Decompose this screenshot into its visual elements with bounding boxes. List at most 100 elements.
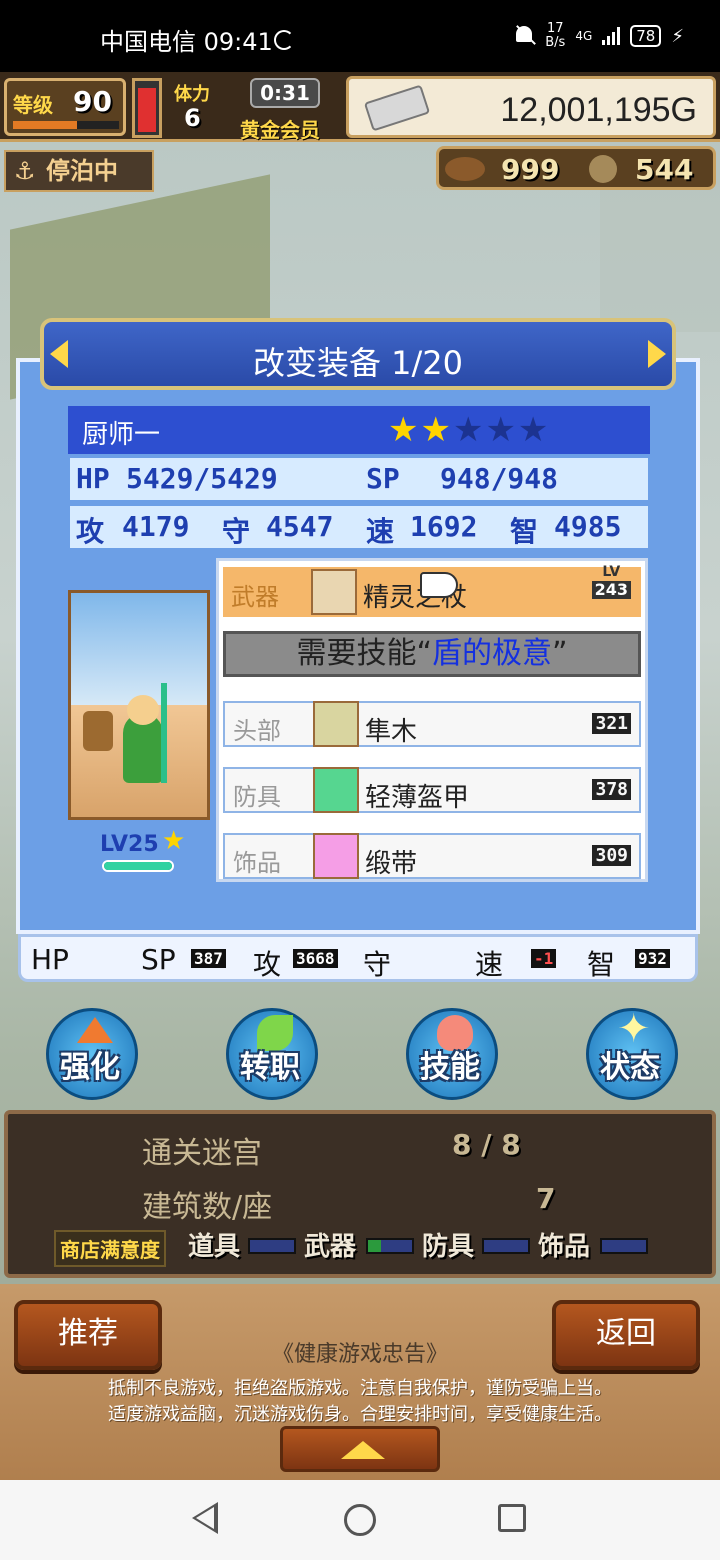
staff-icon	[161, 683, 167, 783]
stat-row-attributes: 攻 4179 守 4547 速 1692 智 4985	[68, 504, 650, 550]
filled-stars: ★★	[388, 410, 453, 450]
health-notice-line2: 适度游戏益脑，沉迷游戏伤身。合理安排时间，享受健康生活。	[108, 1404, 612, 1425]
spd-value: 1692	[410, 510, 478, 543]
hp-label: HP	[76, 462, 110, 495]
atk-value: 4179	[122, 510, 190, 543]
charging-icon: ⚡	[671, 25, 684, 47]
head-item-value: 321	[592, 713, 631, 734]
armor-item-name: 轻薄盔甲	[365, 783, 470, 813]
sat-item-armor: 防具	[422, 1232, 475, 1262]
dock-status-badge[interactable]: ⚓ 停泊中	[4, 150, 154, 192]
speed-unit: B/s	[545, 35, 566, 50]
recent-apps-icon[interactable]	[498, 1504, 526, 1532]
level-box: 等级 90	[4, 78, 126, 136]
sat-item-accessory: 饰品	[538, 1232, 591, 1262]
anchor-icon: ⚓	[14, 157, 36, 185]
dialog-title-bar: 改变装备 1/20	[40, 318, 676, 390]
accessory-slot[interactable]: 饰品 缎带 309	[223, 833, 641, 879]
bonus-def-label: 守	[363, 948, 392, 981]
helmet-icon	[313, 701, 359, 747]
change-job-label: 转职	[240, 1050, 300, 1085]
int-label: 智	[510, 515, 539, 548]
timer: 0:31	[250, 78, 320, 108]
system-navigation-bar	[0, 1480, 720, 1560]
silver-bar-icon	[363, 84, 431, 132]
bonus-int-value: 932	[635, 949, 670, 968]
level-star-icon: ★	[162, 826, 186, 856]
armor-slot[interactable]: 防具 轻薄盔甲 378	[223, 767, 641, 813]
up-triangle-icon	[341, 1441, 385, 1459]
signal-icon	[602, 27, 621, 45]
head-item-name: 隼木	[365, 717, 418, 747]
terrain-decoration	[600, 112, 720, 332]
expand-up-button[interactable]	[280, 1426, 440, 1472]
gold-member-label: 黄金会员	[240, 118, 320, 142]
town-info-panel: 通关迷宫 8 / 8 建筑数/座 7 商店满意度 道具 武器 防具 饰品	[4, 1110, 716, 1278]
weapon-lv-value: 243	[591, 581, 631, 599]
bonus-spd-value: -1	[531, 949, 557, 968]
sat-item-weapons: 武器	[304, 1232, 357, 1262]
sat-bar-weapons	[366, 1238, 414, 1254]
next-arrow-icon[interactable]	[648, 340, 666, 368]
stamina-label: 体力	[174, 84, 210, 105]
building-count-value: 7	[536, 1182, 556, 1215]
pointer-hand-icon	[420, 572, 458, 598]
int-value: 4985	[554, 510, 622, 543]
stat-row-hp-sp: HP 5429/5429 SP 948/948	[68, 456, 650, 502]
mute-bell-icon	[513, 24, 535, 48]
football-icon	[445, 157, 485, 181]
def-label: 守	[222, 515, 251, 548]
game-screen[interactable]: 等级 90 体力 6 0:31 黄金会员 12,001,195G ⚓ 停泊中 9…	[0, 72, 720, 1480]
sp-label: SP	[366, 462, 400, 495]
character-name: 厨师一	[82, 420, 161, 450]
bonus-spd-label: 速	[475, 948, 504, 981]
bonus-hp-label: HP	[31, 943, 69, 976]
building-count-label: 建筑数/座	[142, 1190, 273, 1225]
battery-icon: 78	[630, 25, 662, 47]
coin-icon	[589, 155, 617, 183]
character-portrait[interactable]	[68, 590, 210, 820]
home-circle-icon[interactable]	[344, 1504, 376, 1536]
stamina-box[interactable]: 体力 6 0:31 黄金会员	[170, 76, 340, 142]
skill-prefix: 需要技能“	[296, 636, 432, 671]
stamina-gauge	[132, 78, 162, 138]
status-label: 状态	[600, 1050, 660, 1085]
weapon-level-tag: LV 243	[591, 563, 631, 599]
stamina-value: 6	[184, 104, 201, 132]
head-slot[interactable]: 头部 隼木 321	[223, 701, 641, 747]
equipment-bonus-stats: HP SP 387 攻 3668 守 速 -1 智 932	[18, 934, 698, 982]
loading-icon	[274, 30, 294, 50]
armor-slot-label: 防具	[233, 783, 281, 811]
hero-head	[127, 695, 159, 725]
equipment-dialog: 厨师一 ★★★★★ HP 5429/5429 SP 948/948 攻 4179…	[16, 358, 700, 934]
dock-status-text: 停泊中	[46, 157, 118, 185]
skill-name: 盾的极意	[432, 636, 552, 671]
speed-value: 17	[547, 21, 564, 36]
weapon-lv-label: LV	[602, 564, 621, 580]
armor-icon	[313, 767, 359, 813]
health-notice-line1: 抵制不良游戏，拒绝盗版游戏。注意自我保护，谨防受骗上当。	[108, 1378, 612, 1399]
resource-box: 999 544	[436, 146, 716, 190]
level-progress-bar	[13, 121, 119, 129]
carrier-time: 中国电信 09:41	[100, 28, 273, 56]
dungeon-cleared-value: 8 / 8	[452, 1128, 521, 1161]
skill-requirement: 需要技能“盾的极意”	[223, 631, 641, 677]
health-notice-title: 《健康游戏忠告》	[271, 1342, 448, 1367]
accessory-item-name: 缎带	[365, 849, 418, 879]
network-speed: 17 B/s	[545, 22, 565, 50]
sat-item-tools: 道具	[188, 1232, 241, 1262]
gold-value: 12,001,195G	[500, 91, 697, 129]
resource-value-2: 544	[635, 153, 694, 186]
gold-box: 12,001,195G	[346, 76, 716, 138]
accessory-item-value: 309	[592, 845, 631, 866]
back-triangle-icon[interactable]	[192, 1502, 218, 1534]
empty-stars: ★★★	[452, 410, 551, 450]
armor-item-value: 378	[592, 779, 631, 800]
sat-bar-accessory	[600, 1238, 648, 1254]
level-value: 90	[73, 85, 112, 118]
dialog-title: 改变装备 1/20	[252, 344, 464, 382]
resource-value-1: 999	[501, 153, 560, 186]
sat-bar-tools	[248, 1238, 296, 1254]
level-label: 等级	[13, 93, 53, 117]
staff-icon	[311, 569, 357, 615]
